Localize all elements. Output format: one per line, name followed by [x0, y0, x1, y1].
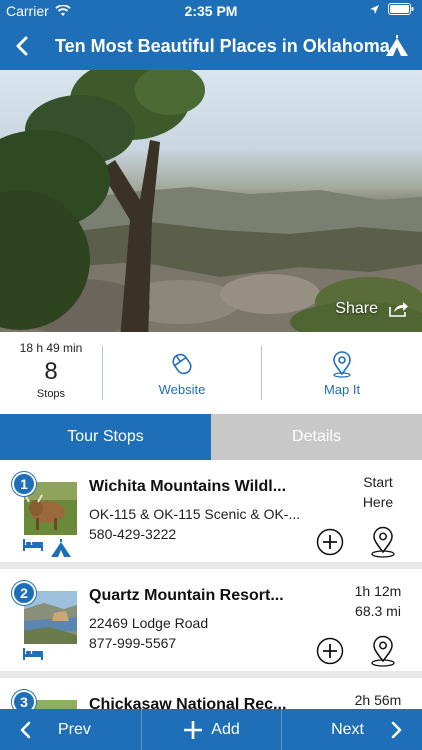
- stop-number-badge: 2: [12, 581, 36, 605]
- tab-bar: Tour Stops Details: [0, 414, 422, 460]
- travel-time: Start: [363, 474, 393, 490]
- add-label: Add: [211, 720, 240, 738]
- website-button[interactable]: Website: [103, 332, 261, 414]
- stop-number-badge: 1: [12, 472, 36, 496]
- location-arrow-icon: [370, 4, 379, 14]
- stop-address: 22469 Lodge Road: [89, 615, 209, 631]
- share-label: Share: [335, 300, 378, 317]
- stops-count: 8: [44, 358, 58, 385]
- share-icon: [389, 302, 408, 317]
- prev-label: Prev: [58, 720, 91, 738]
- stop-name: Quartz Mountain Resort...: [89, 587, 284, 604]
- battery-icon: [388, 3, 414, 15]
- share-button[interactable]: Share: [335, 300, 410, 318]
- travel-time: 2h 56m: [354, 692, 402, 708]
- travel-distance: 68.3 mi: [355, 603, 401, 619]
- chevron-left-icon: [20, 721, 31, 738]
- amenities: [22, 647, 44, 661]
- page-title: Ten Most Beautiful Places in Oklahoma: [55, 36, 390, 56]
- chevron-left-icon: [16, 36, 28, 56]
- map-pin-icon: [333, 351, 351, 378]
- plus-icon: [184, 720, 203, 739]
- tour-duration: 18 h 49 min: [19, 341, 83, 355]
- next-button[interactable]: Next: [282, 709, 422, 750]
- stops-summary: 18 h 49 min 8 Stops: [0, 332, 102, 414]
- hero-image: Share: [0, 70, 422, 332]
- list-item[interactable]: 3 Chickasaw National Rec... 2h 56m: [0, 678, 422, 709]
- travel-distance: Here: [362, 494, 394, 510]
- stop-phone[interactable]: 580-429-3222: [89, 526, 176, 542]
- bed-icon: [23, 539, 43, 551]
- travel-time: 1h 12m: [354, 583, 402, 599]
- add-circle-icon[interactable]: [316, 528, 344, 556]
- map-it-label: Map It: [323, 382, 361, 397]
- clock: 2:35 PM: [184, 3, 238, 19]
- stop-travel-info: 2h 56m: [348, 690, 408, 709]
- tent-icon[interactable]: [384, 33, 410, 59]
- nav-bar: Ten Most Beautiful Places in Oklahoma: [0, 22, 422, 70]
- bed-icon: [23, 648, 43, 660]
- tent-icon: [51, 539, 71, 557]
- website-label: Website: [158, 382, 206, 397]
- next-label: Next: [331, 720, 364, 738]
- tab-tour-stops[interactable]: Tour Stops: [0, 414, 211, 460]
- tour-stops-list: 1 Wichita Mountains Wildl... OK-115 & OK…: [0, 460, 422, 709]
- stop-number-badge: 3: [12, 690, 36, 709]
- add-circle-icon[interactable]: [316, 637, 344, 665]
- chevron-right-icon: [391, 721, 402, 738]
- tab-details[interactable]: Details: [211, 414, 422, 460]
- stop-name: Chickasaw National Rec...: [89, 696, 287, 709]
- stop-address: OK-115 & OK-115 Scenic & OK-...: [89, 506, 301, 522]
- mouse-icon: [172, 353, 192, 375]
- tour-summary: 18 h 49 min 8 Stops Website Map It: [0, 332, 422, 414]
- add-button[interactable]: Add: [141, 709, 282, 750]
- map-pin-icon[interactable]: [368, 635, 398, 667]
- list-item[interactable]: 1 Wichita Mountains Wildl... OK-115 & OK…: [0, 460, 422, 562]
- status-bar: Carrier 2:35 PM: [0, 0, 422, 22]
- map-pin-icon[interactable]: [368, 526, 398, 558]
- back-button[interactable]: [10, 32, 34, 60]
- bottom-toolbar: Prev Add Next: [0, 709, 422, 750]
- stop-name: Wichita Mountains Wildl...: [89, 478, 287, 495]
- map-it-button[interactable]: Map It: [262, 332, 422, 414]
- stop-phone[interactable]: 877-999-5567: [89, 635, 176, 651]
- stop-travel-info: 1h 12m 68.3 mi: [348, 581, 408, 621]
- stop-travel-info: Start Here: [348, 472, 408, 512]
- prev-button[interactable]: Prev: [0, 709, 141, 750]
- tree-silhouette: [0, 70, 205, 332]
- amenities: [22, 538, 72, 558]
- list-item[interactable]: 2 Quartz Mountain Resort... 22469 Lodge …: [0, 569, 422, 671]
- stops-label: Stops: [36, 388, 66, 400]
